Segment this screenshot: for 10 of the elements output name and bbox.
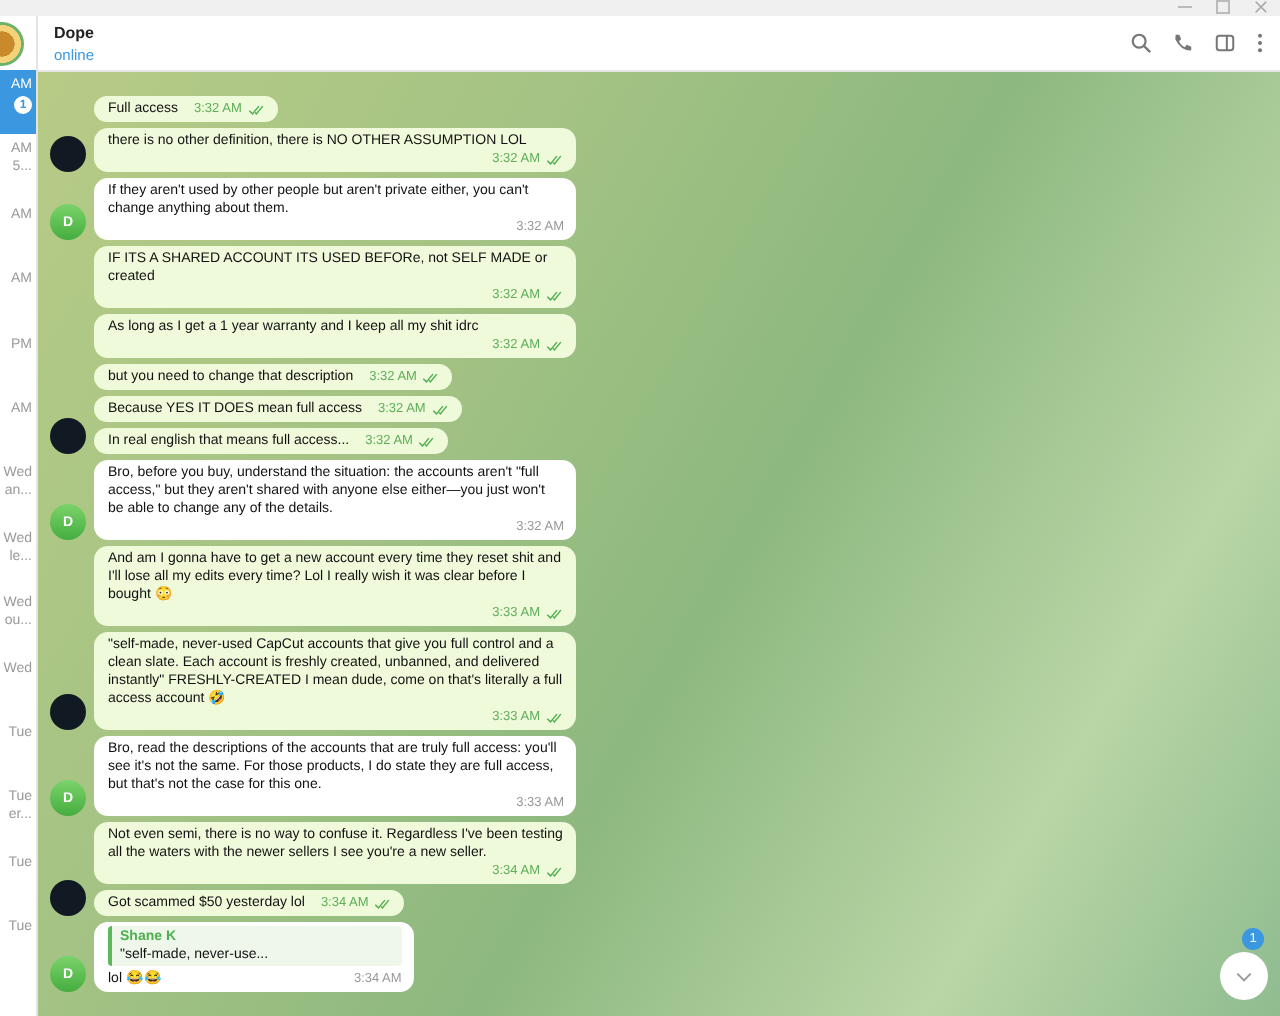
- avatar-photo-placeholder[interactable]: [50, 418, 86, 454]
- avatar-photo-placeholder[interactable]: [50, 694, 86, 730]
- more-icon[interactable]: [1256, 32, 1264, 54]
- chevron-down-icon: [1234, 969, 1254, 983]
- search-icon[interactable]: [1130, 32, 1152, 54]
- avatar-photo-placeholder[interactable]: [50, 136, 86, 172]
- contact-name: Dope: [54, 23, 95, 41]
- phone-icon[interactable]: [1172, 32, 1194, 54]
- avatar-photo-placeholder[interactable]: [50, 880, 86, 916]
- sidebar-toggle-icon[interactable]: [1214, 32, 1236, 54]
